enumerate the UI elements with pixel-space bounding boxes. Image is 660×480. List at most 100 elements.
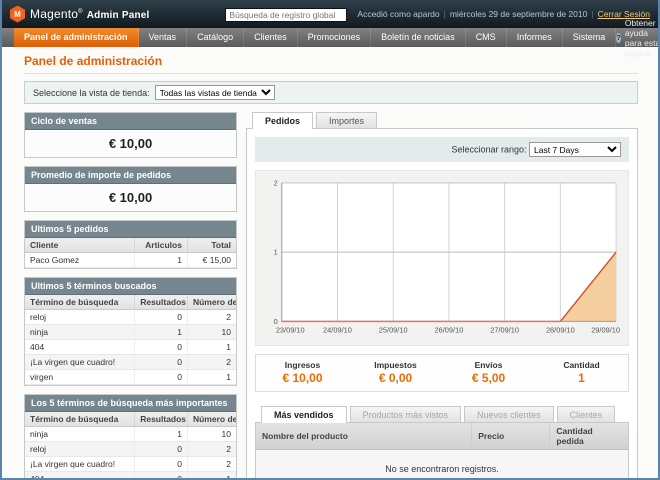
tab-importes[interactable]: Importes (316, 112, 377, 128)
total-value: 1 (535, 371, 628, 385)
logo-name: Magento (30, 7, 78, 21)
avg-order-title: Promedio de importe de pedidos (25, 167, 236, 184)
browser-window: M Magento®Admin Panel Accedió como apard… (0, 0, 660, 480)
column-header: Resultados (135, 295, 188, 310)
last-orders-table: ClienteArticulosTotalPaco Gomez1€ 15,00 (25, 238, 236, 268)
store-view-switcher: Seleccione la vista de tienda: Todas las… (24, 81, 638, 104)
column-header: Nombre del producto (256, 423, 472, 450)
table-row: ninja110 (25, 325, 236, 340)
nav-item-informes[interactable]: Informes (507, 28, 563, 47)
column-header: Cliente (25, 238, 135, 253)
svg-text:23/09/10: 23/09/10 (276, 325, 305, 334)
top-header: M Magento®Admin Panel Accedió como apard… (2, 0, 658, 28)
total-value: € 0,00 (349, 371, 442, 385)
magento-logo: M Magento®Admin Panel (10, 6, 150, 23)
table-cell: reloj (25, 310, 135, 325)
global-search-input[interactable] (225, 8, 347, 22)
table-cell: 404 (25, 472, 135, 480)
svg-text:24/09/10: 24/09/10 (323, 325, 352, 334)
total-ingresos: Ingresos € 10,00 (256, 360, 349, 385)
table-row: reloj02 (25, 310, 236, 325)
nav-item-catalogo[interactable]: Catálogo (187, 28, 244, 47)
empty-message: No se encontraron registros. (256, 450, 628, 480)
tab-mas-vendidos[interactable]: Más vendidos (261, 406, 347, 423)
table-cell: 2 (187, 442, 236, 457)
table-cell: ninja (25, 427, 135, 442)
top-search-terms-panel: Los 5 términos de búsqueda más important… (24, 394, 237, 480)
svg-text:26/09/10: 26/09/10 (435, 325, 464, 334)
column-header: Cantidad pedida (550, 423, 628, 450)
products-table: No se encontraron registros. Nombre del … (256, 423, 628, 480)
help-link[interactable]: ? Obtener ayuda para esta página (616, 28, 660, 47)
session-info: Accedió como apardo|miércoles 29 de sept… (357, 9, 650, 19)
table-cell: 2 (187, 310, 236, 325)
nav-item-sistema[interactable]: Sistema (563, 28, 617, 47)
total-label: Ingresos (256, 360, 349, 370)
table-cell: ¡La virgen que cuadro! (25, 355, 135, 370)
table-cell: 2 (187, 457, 236, 472)
table-cell: 2 (187, 355, 236, 370)
table-cell: 10 (187, 325, 236, 340)
avg-order-panel: Promedio de importe de pedidos € 10,00 (24, 166, 237, 212)
nav-item-ventas[interactable]: Ventas (139, 28, 188, 47)
svg-text:25/09/10: 25/09/10 (379, 325, 408, 334)
table-cell: 1 (135, 253, 188, 268)
table-row: ¡La virgen que cuadro!02 (25, 457, 236, 472)
column-header: Número de usos (187, 412, 236, 427)
last-search-terms-title: Ultimos 5 términos buscados (25, 278, 236, 295)
total-value: € 10,00 (256, 371, 349, 385)
column-header: Precio (472, 423, 550, 450)
table-cell: 0 (135, 370, 188, 385)
top-search-terms-title: Los 5 términos de búsqueda más important… (25, 395, 236, 412)
tab-nuevos-clientes[interactable]: Nuevos clientes (464, 406, 554, 422)
sales-cycle-panel: Ciclo de ventas € 10,00 (24, 112, 237, 158)
column-header: Término de búsqueda (25, 295, 135, 310)
app-title: Magento®Admin Panel (30, 7, 150, 21)
magento-logo-icon: M (10, 6, 25, 23)
table-cell: 1 (187, 340, 236, 355)
nav-item-clientes[interactable]: Clientes (244, 28, 298, 47)
table-cell: 1 (135, 325, 188, 340)
dashboard-page: Panel de administración Seleccione la vi… (2, 47, 658, 480)
header-row: Nombre del productoPrecioCantidad pedida (256, 423, 628, 450)
total-impuestos: Impuestos € 0,00 (349, 360, 442, 385)
last-search-terms-panel: Ultimos 5 términos buscados Término de b… (24, 277, 237, 386)
last-search-terms-table: Término de búsquedaResultadosNúmero de u… (25, 295, 236, 385)
table-cell: virgen (25, 370, 135, 385)
page-title: Panel de administración (24, 54, 638, 74)
chart-tabs: Pedidos Importes (252, 112, 638, 128)
nav-item-promociones[interactable]: Promociones (298, 28, 372, 47)
tab-productos-mas-vistos[interactable]: Productos más vistos (350, 406, 462, 422)
table-cell: 404 (25, 340, 135, 355)
table-cell: ninja (25, 325, 135, 340)
store-view-select[interactable]: Todas las vistas de tienda (155, 85, 275, 100)
table-cell: 0 (135, 457, 188, 472)
table-cell: ¡La virgen que cuadro! (25, 457, 135, 472)
nav-item-panel-administracion[interactable]: Panel de administración (14, 28, 139, 47)
last-orders-title: Ultimos 5 pedidos (25, 221, 236, 238)
header-row: ClienteArticulosTotal (25, 238, 236, 253)
products-panel: No se encontraron registros. Nombre del … (255, 422, 629, 480)
table-row: virgen01 (25, 370, 236, 385)
stats-sidebar: Ciclo de ventas € 10,00 Promedio de impo… (24, 112, 237, 480)
logo-suffix: Admin Panel (87, 10, 150, 21)
table-cell: 1 (135, 427, 188, 442)
help-icon: ? (616, 33, 621, 43)
svg-text:2: 2 (274, 179, 278, 188)
table-cell: Paco Gomez (25, 253, 135, 268)
svg-text:1: 1 (274, 248, 278, 257)
nav-item-cms[interactable]: CMS (466, 28, 507, 47)
current-date: miércoles 29 de septiembre de 2010 (450, 9, 588, 19)
svg-text:28/09/10: 28/09/10 (546, 325, 575, 334)
sales-cycle-value: € 10,00 (25, 130, 236, 157)
column-header: Término de búsqueda (25, 412, 135, 427)
empty-row: No se encontraron registros. (256, 450, 628, 480)
nav-item-boletin[interactable]: Boletín de noticias (371, 28, 466, 47)
column-header: Total (187, 238, 236, 253)
tab-pedidos[interactable]: Pedidos (252, 112, 313, 129)
total-value: € 5,00 (442, 371, 535, 385)
range-select[interactable]: Last 7 Days (529, 142, 621, 157)
total-envios: Envíos € 5,00 (442, 360, 535, 385)
orders-chart: 01223/09/1024/09/1025/09/1026/09/1027/09… (255, 170, 629, 346)
tab-clientes[interactable]: Clientes (557, 406, 616, 422)
